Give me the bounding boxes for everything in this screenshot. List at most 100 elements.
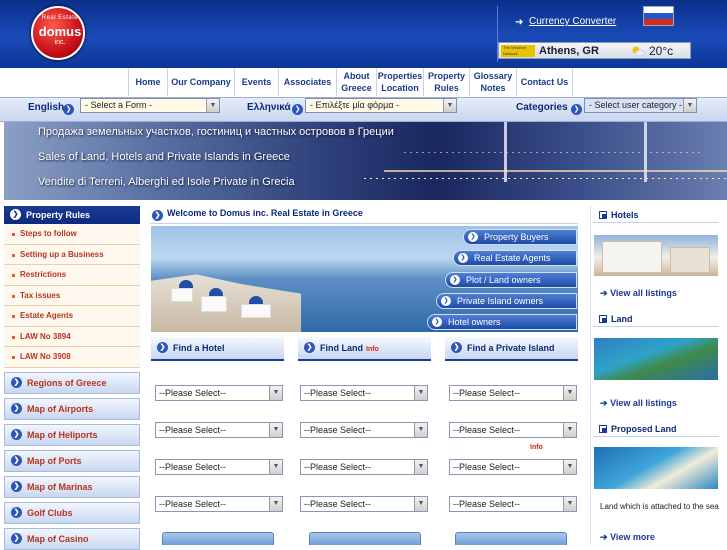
sidebar-map-button[interactable]: ❯ Golf Clubs xyxy=(4,501,140,524)
dropdown-arrow-icon: ▼ xyxy=(269,423,282,437)
map-thumbnail[interactable] xyxy=(162,532,274,545)
user-category-select[interactable]: - Select user category - ▼ xyxy=(584,98,697,113)
sidebar-map-button[interactable]: ❯ Map of Marinas xyxy=(4,475,140,498)
categories-label: Categories xyxy=(516,102,568,113)
search-select[interactable]: --Please Select-- ▼ xyxy=(300,459,428,475)
chevron-right-icon: ❯ xyxy=(63,104,74,115)
language-bar: English ❯ - Select a Form - ▼ Ελληνικά ❯ … xyxy=(0,97,727,122)
proposed-land-image[interactable] xyxy=(594,447,718,489)
nav-item-6[interactable]: Property Rules xyxy=(423,68,469,96)
search-select[interactable]: --Please Select-- ▼ xyxy=(300,422,428,438)
english-label: English xyxy=(28,102,65,113)
double-arrow-icon: ➔ xyxy=(600,532,608,542)
search-select[interactable]: --Please Select-- ▼ xyxy=(449,459,577,475)
sidebar-link[interactable]: Estate Agents xyxy=(4,306,140,327)
nav-item-1[interactable]: Our Company xyxy=(167,68,234,96)
chevron-right-icon: ❯ xyxy=(10,209,21,220)
bullet-icon xyxy=(12,335,15,339)
dropdown-arrow-icon: ▼ xyxy=(563,497,576,511)
hero-option-button[interactable]: ❯ Real Estate Agents xyxy=(453,250,577,266)
search-select[interactable]: --Please Select-- ▼ xyxy=(449,422,577,438)
map-thumbnail[interactable] xyxy=(309,532,421,545)
island-info-link[interactable]: Info xyxy=(530,444,543,451)
dropdown-arrow-icon: ▼ xyxy=(414,497,427,511)
map-thumbnail[interactable] xyxy=(455,532,567,545)
russian-flag-icon[interactable] xyxy=(643,6,674,26)
chevron-right-icon: ❯ xyxy=(11,402,22,414)
hero-option-button[interactable]: ❯ Hotel owners xyxy=(427,314,577,330)
sidebar-map-button[interactable]: ❯ Map of Casino xyxy=(4,527,140,550)
find-tab[interactable]: ❯ Find Land Info xyxy=(298,337,431,361)
chevron-right-icon: ❯ xyxy=(441,296,451,306)
sidebar-link[interactable]: Restrictions xyxy=(4,265,140,286)
english-form-select[interactable]: - Select a Form - ▼ xyxy=(80,98,220,113)
search-select[interactable]: --Please Select-- ▼ xyxy=(155,385,283,401)
land-view-all-link[interactable]: ➔ View all listings xyxy=(600,398,677,409)
header: Real Estate domus inc. ➜ Currency Conver… xyxy=(0,0,727,68)
sidebar-map-button[interactable]: ❯ Map of Ports xyxy=(4,449,140,472)
left-sidebar: ❯ Property Rules Steps to follow Setting … xyxy=(4,206,140,550)
greek-form-select[interactable]: - Επιλέξτε μία φόρμα - ▼ xyxy=(305,98,457,113)
sidebar-link[interactable]: Setting up a Business xyxy=(4,244,140,265)
hotels-image[interactable] xyxy=(594,235,718,276)
land-image[interactable] xyxy=(594,338,718,380)
dropdown-arrow-icon: ▼ xyxy=(414,386,427,400)
top-navigation: Home Our Company Events Associates About Gre… xyxy=(128,68,573,96)
find-tab[interactable]: ❯ Find a Private Island xyxy=(445,337,578,361)
search-select[interactable]: --Please Select-- ▼ xyxy=(300,496,428,512)
dropdown-arrow-icon: ▼ xyxy=(414,460,427,474)
hero-option-button[interactable]: ❯ Plot / Land owners xyxy=(445,272,577,288)
sidebar-link[interactable]: LAW No 3894 xyxy=(4,326,140,347)
hotels-view-all-link[interactable]: ➔ View all listings xyxy=(600,288,677,299)
land-heading: Land xyxy=(593,311,719,327)
double-arrow-icon: ➔ xyxy=(600,398,608,408)
sidebar-map-button[interactable]: ❯ Map of Airports xyxy=(4,397,140,420)
nav-item-7[interactable]: Glossary Notes xyxy=(469,68,516,96)
chevron-right-icon: ❯ xyxy=(432,317,442,327)
sidebar-map-button[interactable]: ❯ Map of Heliports xyxy=(4,423,140,446)
banner-text-russian: Продажа земельных участков, гостиниц и ч… xyxy=(38,126,394,138)
sidebar-map-button[interactable]: ❯ Regions of Greece xyxy=(4,371,140,394)
sidebar-link[interactable]: Steps to follow xyxy=(4,224,140,245)
weather-city: Athens, GR xyxy=(539,45,599,57)
nav-item-0[interactable]: Home xyxy=(128,68,167,96)
info-link[interactable]: Info xyxy=(366,346,379,353)
chevron-right-icon: ❯ xyxy=(11,428,22,440)
sidebar-link[interactable]: LAW No 3908 xyxy=(4,347,140,368)
dropdown-arrow-icon: ▼ xyxy=(269,460,282,474)
square-bullet-icon xyxy=(599,425,607,433)
logo-tagline: Real Estate xyxy=(41,15,79,21)
dropdown-arrow-icon: ▼ xyxy=(414,423,427,437)
sidebar-link[interactable]: Tax issues xyxy=(4,285,140,306)
hero-option-button[interactable]: ❯ Private Island owners xyxy=(436,293,577,309)
nav-item-8[interactable]: Contact Us xyxy=(516,68,573,96)
bullet-icon xyxy=(12,233,15,236)
weather-network-logo: The Weather Network xyxy=(501,45,535,57)
hotels-heading: Hotels xyxy=(593,207,719,223)
logo-name: domus xyxy=(38,24,82,39)
find-tab[interactable]: ❯ Find a Hotel xyxy=(151,337,284,361)
domus-logo[interactable]: Real Estate domus inc. xyxy=(31,6,85,60)
weather-widget[interactable]: The Weather Network Athens, GR 20°c xyxy=(498,42,691,59)
search-select[interactable]: --Please Select-- ▼ xyxy=(449,496,577,512)
property-rules-header[interactable]: ❯ Property Rules xyxy=(4,206,140,224)
search-select[interactable]: --Please Select-- ▼ xyxy=(155,459,283,475)
banner-text-italian: Vendite di Terreni, Alberghi ed Isole Pr… xyxy=(38,176,295,188)
hero-option-button[interactable]: ❯ Property Buyers xyxy=(463,229,577,245)
proposed-land-view-more-link[interactable]: ➔ View more xyxy=(600,532,655,543)
search-select[interactable]: --Please Select-- ▼ xyxy=(155,496,283,512)
search-select[interactable]: --Please Select-- ▼ xyxy=(449,385,577,401)
nav-item-2[interactable]: Events xyxy=(234,68,278,96)
partly-sunny-icon xyxy=(632,46,645,57)
nav-item-4[interactable]: About Greece xyxy=(336,68,376,96)
chevron-right-icon: ❯ xyxy=(157,342,168,353)
search-select[interactable]: --Please Select-- ▼ xyxy=(300,385,428,401)
chevron-right-icon: ❯ xyxy=(458,253,468,263)
chevron-right-icon: ❯ xyxy=(292,104,303,115)
welcome-heading: ❯ Welcome to Domus inc. Real Estate in Gr… xyxy=(152,208,363,221)
chevron-right-icon: ❯ xyxy=(11,480,22,492)
nav-item-3[interactable]: Associates xyxy=(278,68,336,96)
search-select[interactable]: --Please Select-- ▼ xyxy=(155,422,283,438)
nav-item-5[interactable]: Properties Location xyxy=(376,68,423,96)
currency-converter-link[interactable]: Currency Converter xyxy=(529,16,616,27)
